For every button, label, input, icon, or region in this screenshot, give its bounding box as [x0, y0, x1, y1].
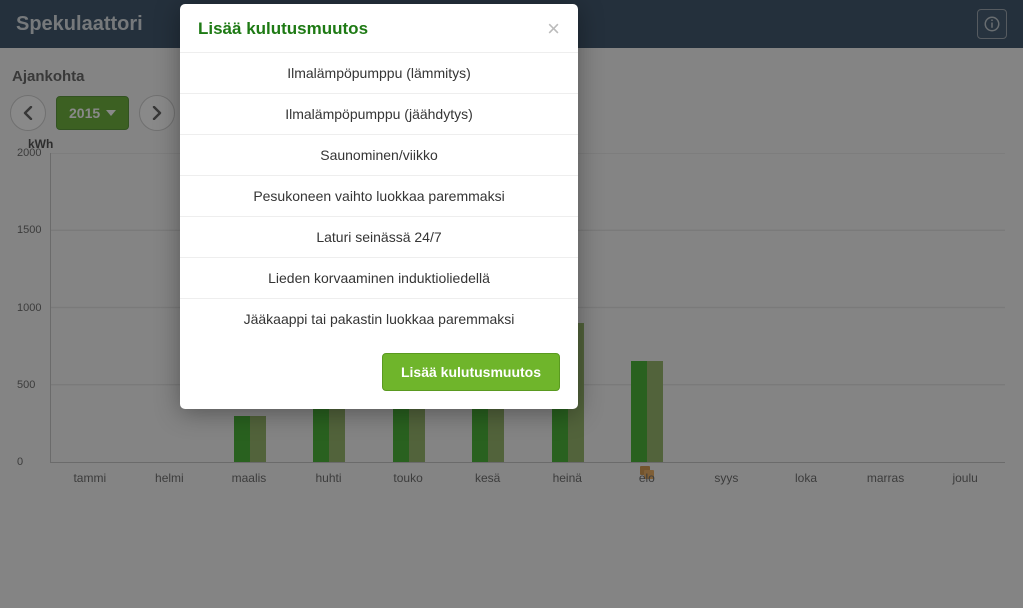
- add-change-modal: Lisää kulutusmuutos × Ilmalämpöpumppu (l…: [180, 4, 578, 409]
- modal-header: Lisää kulutusmuutos ×: [180, 4, 578, 52]
- modal-option-list: Ilmalämpöpumppu (lämmitys)Ilmalämpöpumpp…: [180, 52, 578, 339]
- modal-footer: Lisää kulutusmuutos: [180, 339, 578, 409]
- modal-option-item[interactable]: Saunominen/viikko: [180, 135, 578, 176]
- close-icon: ×: [547, 16, 560, 41]
- modal-close-button[interactable]: ×: [547, 18, 560, 40]
- modal-option-item[interactable]: Jääkaappi tai pakastin luokkaa paremmaks…: [180, 299, 578, 339]
- modal-option-item[interactable]: Ilmalämpöpumppu (lämmitys): [180, 53, 578, 94]
- modal-option-item[interactable]: Pesukoneen vaihto luokkaa paremmaksi: [180, 176, 578, 217]
- modal-option-item[interactable]: Lieden korvaaminen induktioliedellä: [180, 258, 578, 299]
- modal-option-item[interactable]: Laturi seinässä 24/7: [180, 217, 578, 258]
- modal-option-item[interactable]: Ilmalämpöpumppu (jäähdytys): [180, 94, 578, 135]
- modal-submit-label: Lisää kulutusmuutos: [401, 364, 541, 380]
- modal-submit-button[interactable]: Lisää kulutusmuutos: [382, 353, 560, 391]
- modal-title: Lisää kulutusmuutos: [198, 19, 368, 39]
